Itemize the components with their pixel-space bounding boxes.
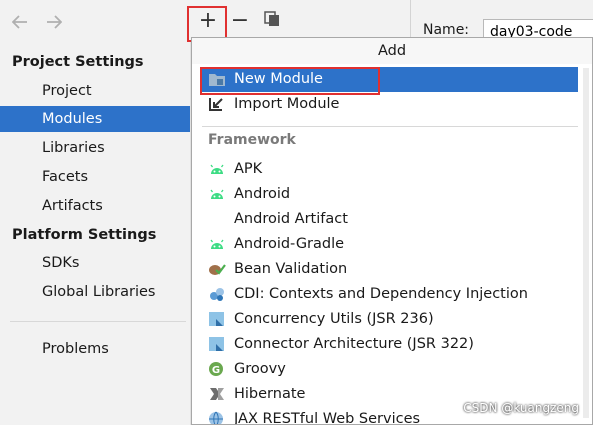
sidebar-item-project[interactable]: Project xyxy=(0,78,190,104)
remove-icon: − xyxy=(230,8,250,33)
copy-button[interactable] xyxy=(262,10,282,32)
project-settings-heading: Project Settings xyxy=(12,54,144,70)
menu-item-label: CDI: Contexts and Dependency Injection xyxy=(234,286,528,302)
menu-item-label: Groovy xyxy=(234,361,286,377)
menu-item-label: Hibernate xyxy=(234,386,306,402)
menu-item-label: APK xyxy=(234,161,263,177)
sidebar-item-facets[interactable]: Facets xyxy=(0,164,190,190)
menu-item-groovy[interactable]: G Groovy xyxy=(202,357,578,382)
menu-item-label: Bean Validation xyxy=(234,261,348,277)
menu-item-label: Android-Gradle xyxy=(234,236,345,252)
popup-separator xyxy=(202,126,578,127)
nav-arrows xyxy=(10,12,64,32)
android-icon xyxy=(208,186,226,203)
menu-item-label: Import Module xyxy=(234,96,340,112)
sidebar-item-modules[interactable]: Modules xyxy=(0,106,190,132)
new-module-highlight xyxy=(200,67,380,95)
menu-item-label: Connector Architecture (JSR 322) xyxy=(234,336,474,352)
hibernate-icon xyxy=(208,386,226,403)
name-label: Name: xyxy=(423,22,470,38)
popup-scrollbar[interactable] xyxy=(583,68,589,418)
android-icon xyxy=(208,236,226,253)
copy-icon xyxy=(264,11,280,31)
menu-item-android-gradle[interactable]: Android-Gradle xyxy=(202,232,578,257)
sidebar-divider xyxy=(10,321,186,322)
menu-item-bean-validation[interactable]: Bean Validation xyxy=(202,257,578,282)
module-details-header: Name: xyxy=(410,0,593,45)
menu-item-android-artifact[interactable]: Android Artifact xyxy=(202,207,578,232)
forward-arrow-icon[interactable] xyxy=(44,12,64,32)
sidebar-item-global-libraries[interactable]: Global Libraries xyxy=(0,279,190,305)
menu-item-cdi[interactable]: CDI: Contexts and Dependency Injection xyxy=(202,282,578,307)
menu-item-label: Android xyxy=(234,186,291,202)
svg-text:G: G xyxy=(212,365,220,376)
menu-item-connector-architecture[interactable]: Connector Architecture (JSR 322) xyxy=(202,332,578,357)
sidebar-item-libraries[interactable]: Libraries xyxy=(0,135,190,161)
sidebar-item-artifacts[interactable]: Artifacts xyxy=(0,193,190,219)
groovy-icon: G xyxy=(208,361,226,378)
menu-item-android[interactable]: Android xyxy=(202,182,578,207)
back-arrow-icon[interactable] xyxy=(10,12,30,32)
menu-item-concurrency-utils[interactable]: Concurrency Utils (JSR 236) xyxy=(202,307,578,332)
sidebar: Project Settings Project Modules Librari… xyxy=(0,0,191,425)
add-popup-menu: Add New Module Import Module Framework A… xyxy=(191,37,593,425)
sidebar-item-problems[interactable]: Problems xyxy=(0,336,190,362)
menu-item-label: JAX RESTful Web Services xyxy=(234,411,421,425)
android-icon xyxy=(208,161,226,178)
watermark: CSDN @kuangzeng xyxy=(463,401,579,415)
menu-item-label: Concurrency Utils (JSR 236) xyxy=(234,311,434,327)
jee-icon xyxy=(208,336,226,353)
cdi-icon xyxy=(208,286,226,303)
remove-button[interactable]: − xyxy=(230,10,250,32)
platform-settings-heading: Platform Settings xyxy=(12,227,157,243)
menu-item-import-module[interactable]: Import Module xyxy=(202,92,578,117)
menu-item-apk[interactable]: APK xyxy=(202,157,578,182)
sidebar-item-sdks[interactable]: SDKs xyxy=(0,250,190,276)
web-services-icon xyxy=(208,411,226,424)
popup-title: Add xyxy=(192,38,592,64)
bean-validation-icon xyxy=(208,261,226,278)
jee-icon xyxy=(208,311,226,328)
framework-section-label: Framework xyxy=(208,132,296,148)
import-arrow-icon xyxy=(208,96,226,113)
menu-item-label: Android Artifact xyxy=(234,211,348,227)
